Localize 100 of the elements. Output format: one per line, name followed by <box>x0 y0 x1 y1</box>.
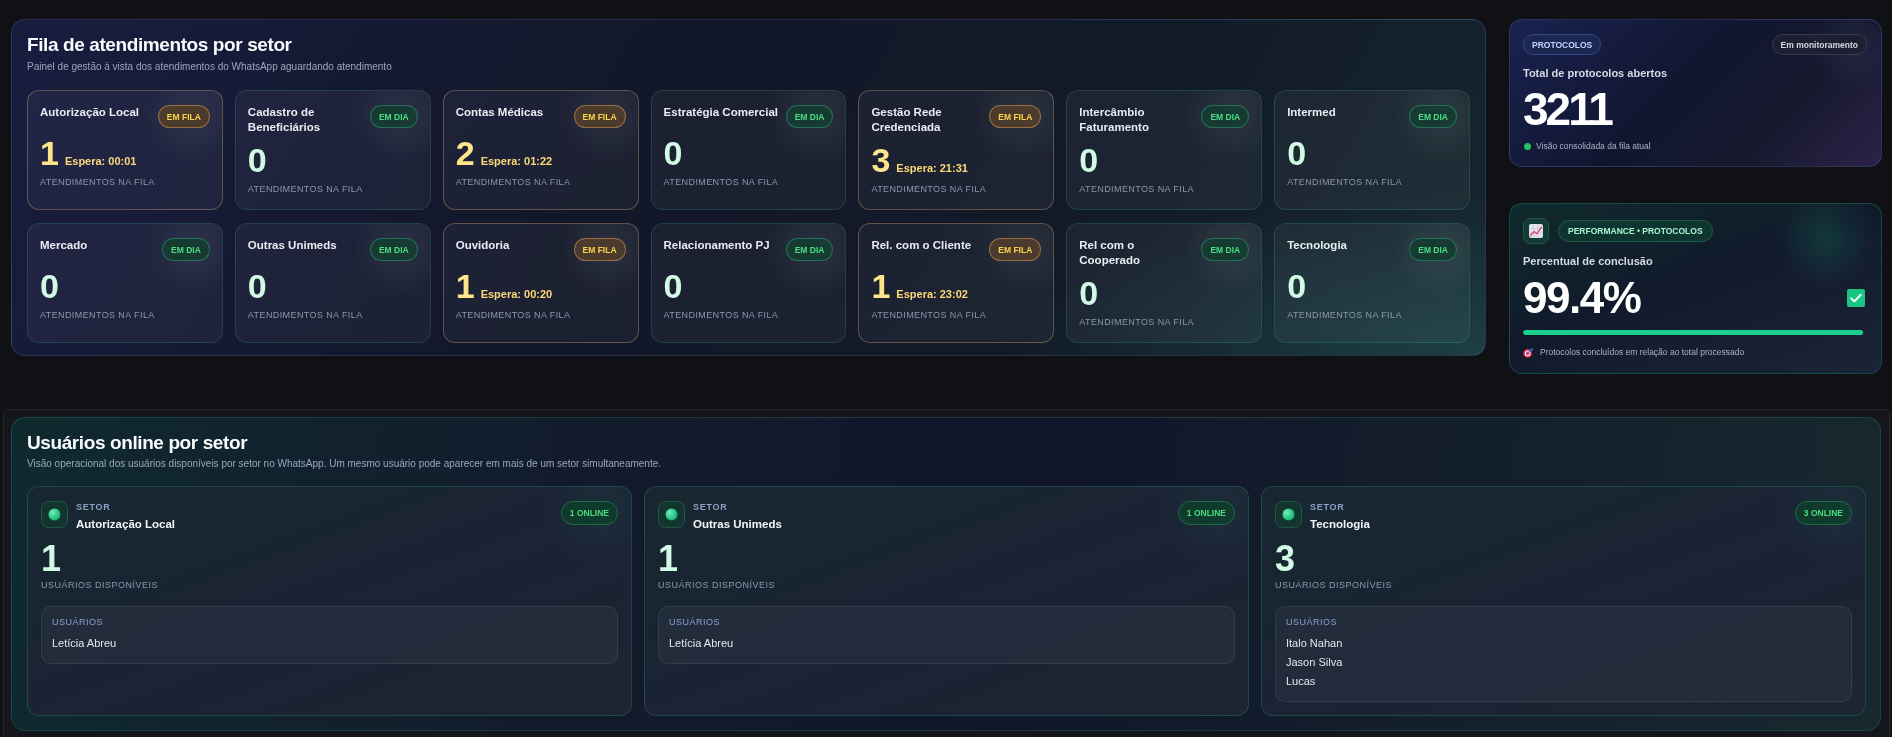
status-badge: EM FILA <box>573 238 626 261</box>
wait-time: Espera: 21:31 <box>896 162 968 174</box>
status-badge: EM FILA <box>573 105 626 128</box>
panel-title: Fila de atendimentos por setor <box>27 33 293 57</box>
queue-label: ATENDIMENTOS NA FILA <box>247 184 363 195</box>
users-label: USUÁRIOS <box>52 617 103 628</box>
queue-count: 0 <box>1079 143 1099 177</box>
user-name: Lucas <box>1286 674 1316 689</box>
status-badge: EM DIA <box>785 105 834 128</box>
user-name: Letícia Abreu <box>52 636 117 651</box>
queue-label: ATENDIMENTOS NA FILA <box>1287 177 1402 188</box>
queue-label: ATENDIMENTOS NA FILA <box>871 310 987 321</box>
sector-label: SETOR <box>693 501 728 513</box>
panel-subtitle: Painel de gestão à vista dos atendimentos do WhatsApp aguardando atendimento <box>27 61 393 73</box>
sector-name: Gestão Rede Credenciada <box>871 105 943 135</box>
card-note: Visão consolidada da fila atual <box>1536 141 1651 152</box>
queue-count: 0 <box>1287 136 1307 170</box>
queue-count: 0 <box>247 269 267 303</box>
target-icon <box>1523 347 1533 358</box>
queue-label: ATENDIMENTOS NA FILA <box>455 310 571 321</box>
card-note: Protocolos concluídos em relação ao total processado <box>1540 347 1745 358</box>
available-users-count: 1 <box>41 541 62 577</box>
monitoring-status-badge: Em monitoramento <box>1771 34 1867 55</box>
status-badge: EM DIA <box>162 238 210 261</box>
panel-title: Usuários online por setor <box>27 431 249 455</box>
sector-name: Intermed <box>1287 105 1336 120</box>
wait-time: Espera: 23:02 <box>896 288 968 300</box>
wait-time: Espera: 01:22 <box>480 155 553 167</box>
status-badge: EM DIA <box>369 238 418 261</box>
card-title: Total de protocolos abertos <box>1523 66 1668 80</box>
status-badge: EM DIA <box>369 105 418 128</box>
queue-count: 2 <box>455 136 475 170</box>
protocols-tag: PROTOCOLOS <box>1523 34 1602 55</box>
panel-subtitle: Visão operacional dos usuários disponíveis por setor no WhatsApp. Um mesmo usuário pode aparecer em mais de um setor simultaneamente. <box>27 458 663 470</box>
queue-count: 1 <box>40 136 59 170</box>
status-badge: EM DIA <box>1201 105 1250 128</box>
users-label: USUÁRIOS <box>1286 617 1337 628</box>
performance-tag: PERFORMANCE • PROTOCOLOS <box>1558 220 1713 242</box>
sector-label: SETOR <box>1310 501 1345 513</box>
status-badge: EM DIA <box>785 238 834 261</box>
sector-name: Mercado <box>40 238 88 253</box>
available-users-label: USUÁRIOS DISPONÍVEIS <box>1275 580 1393 591</box>
online-badge: 1 ONLINE <box>560 501 618 525</box>
status-badge: EM FILA <box>157 105 210 128</box>
user-name: Jason Silva <box>1286 655 1343 670</box>
queue-label: ATENDIMENTOS NA FILA <box>247 310 363 321</box>
queue-label: ATENDIMENTOS NA FILA <box>1287 310 1402 321</box>
sector-name: Outras Unimeds <box>247 238 337 253</box>
available-users-count: 3 <box>1275 541 1296 577</box>
queue-label: ATENDIMENTOS NA FILA <box>871 184 987 195</box>
queue-count: 1 <box>871 269 891 303</box>
queue-count: 0 <box>247 143 267 177</box>
status-badge: EM DIA <box>1201 238 1250 261</box>
status-badge: EM DIA <box>1409 105 1457 128</box>
queue-count: 0 <box>1287 269 1307 303</box>
queue-count: 3 <box>871 143 891 177</box>
status-badge: EM DIA <box>1409 238 1457 261</box>
line-chart-icon <box>1523 218 1549 244</box>
online-badge: 3 ONLINE <box>1794 501 1852 525</box>
user-name: Letícia Abreu <box>669 636 734 651</box>
user-name: Italo Nahan <box>1286 636 1343 651</box>
queue-count: 0 <box>40 269 59 303</box>
completion-percentage: 99.4% <box>1523 276 1641 320</box>
sector-name: Outras Unimeds <box>693 517 782 531</box>
wait-time: Espera: 00:20 <box>480 288 553 300</box>
queue-count: 0 <box>663 136 683 170</box>
available-users-count: 1 <box>658 541 679 577</box>
status-badge: EM FILA <box>989 238 1042 261</box>
sector-name: Autorização Local <box>40 105 140 120</box>
sector-name: Rel com o Cooperado <box>1079 238 1141 268</box>
status-dot-icon <box>1524 143 1531 150</box>
sector-name: Tecnologia <box>1287 238 1347 253</box>
available-users-label: USUÁRIOS DISPONÍVEIS <box>41 580 159 591</box>
queue-label: ATENDIMENTOS NA FILA <box>455 177 571 188</box>
queue-label: ATENDIMENTOS NA FILA <box>40 310 155 321</box>
sector-label: SETOR <box>76 501 111 513</box>
card-title: Percentual de conclusão <box>1523 254 1653 268</box>
queue-label: ATENDIMENTOS NA FILA <box>663 177 779 188</box>
wait-time: Espera: 00:01 <box>64 155 137 167</box>
queue-label: ATENDIMENTOS NA FILA <box>1079 317 1194 328</box>
queue-label: ATENDIMENTOS NA FILA <box>663 310 779 321</box>
available-users-label: USUÁRIOS DISPONÍVEIS <box>658 580 776 591</box>
sector-name: Cadastro de Beneficiários <box>247 105 322 135</box>
queue-label: ATENDIMENTOS NA FILA <box>40 177 155 188</box>
sector-name: Contas Médicas <box>455 105 544 120</box>
queue-label: ATENDIMENTOS NA FILA <box>1079 184 1194 195</box>
queue-count: 1 <box>455 269 475 303</box>
sector-name: Ouvidoria <box>455 238 510 253</box>
check-icon <box>1847 289 1865 307</box>
sector-name: Estratégia Comercial <box>663 105 778 120</box>
status-badge: EM FILA <box>989 105 1042 128</box>
sector-name: Tecnologia <box>1310 517 1370 531</box>
sector-name: Relacionamento PJ <box>663 238 770 253</box>
sector-name: Intercâmbio Faturamento <box>1079 105 1150 135</box>
online-badge: 1 ONLINE <box>1177 501 1235 525</box>
queue-count: 0 <box>1079 276 1099 310</box>
queue-count: 0 <box>663 269 683 303</box>
sector-name: Rel. com o Cliente <box>871 238 972 253</box>
sector-name: Autorização Local <box>76 517 176 531</box>
open-protocols-count: 3211 <box>1523 86 1611 132</box>
